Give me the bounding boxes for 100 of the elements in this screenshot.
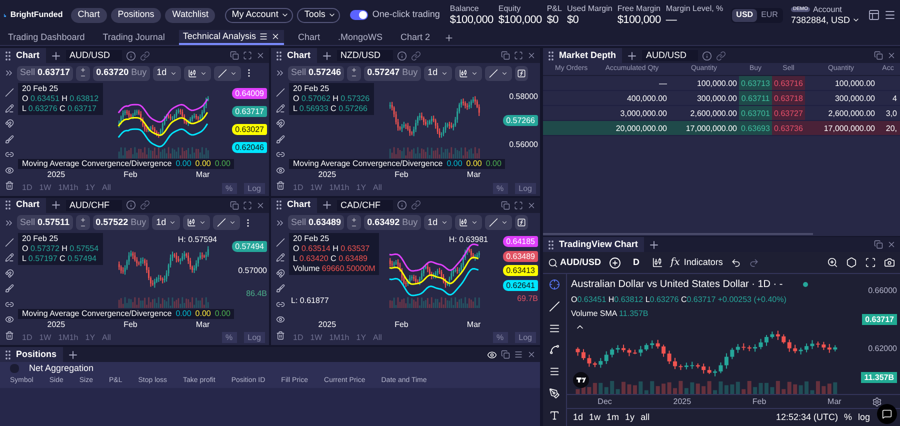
axis-label: 2025 [318,318,336,330]
scale-button[interactable]: % [492,182,508,194]
range-button[interactable]: 1d [573,410,584,424]
price-tag: 0.62641 [503,280,538,291]
stat-label: Used Margin [566,4,612,12]
scale-button[interactable]: Log [514,332,536,343]
symbol-search[interactable]: AUD/USD [548,256,602,270]
indicator-legend: Moving Average Convergence/Divergence 0.00 0.00 0.00 [289,159,506,169]
symbol-field[interactable]: AUD/USD [642,50,698,61]
stat-value: $0 [566,14,580,26]
scale-button[interactable]: Log [244,332,265,343]
table-cell: 0.63727 [772,106,805,120]
nav-button[interactable]: Watchlist [165,8,216,22]
range-button[interactable]: 1w [589,410,601,424]
interval-dropdown[interactable]: 1d [152,66,181,80]
currency-option[interactable]: EUR [757,8,782,22]
scale-button[interactable]: Log [514,182,536,194]
scale-button[interactable]: % [222,182,237,194]
range-button[interactable]: 1m [606,410,620,424]
stat-label: Equity [498,4,522,12]
sell-button[interactable]: Sell 0.57511 [17,215,73,230]
volume-value: 86.4B [246,289,267,300]
axis-label: Mar [466,169,481,181]
tab[interactable]: Trading Dashboard [4,30,89,45]
table-cell-text: 400,000.00 [626,93,668,105]
stat-label: Free Margin [617,4,661,12]
menu-dropdown[interactable]: Tools [297,8,340,22]
buy-button[interactable]: 0.57247 Buy [364,66,421,80]
symbol-field[interactable]: NZD/USD [336,50,393,61]
axis-label: Dec [598,396,612,408]
axis-label: 2025 [673,396,692,408]
symbol-field[interactable]: AUD/USD [66,50,122,61]
tab[interactable]: Technical Analysis [178,30,284,45]
axis-label: Feb [124,318,138,330]
interval-dropdown[interactable]: 1d [152,215,180,230]
low-marker: L: 0.61877 [291,295,329,307]
stat-label: P&L [546,4,562,12]
price-tag: 0.64185 [503,236,538,248]
tab[interactable]: .MongoWS [334,30,387,45]
axis-label: Feb [394,318,408,330]
indicator-legend: Moving Average Convergence/Divergence 0.00 0.00 0.00 [18,159,234,169]
checkbox-label: Net Aggregation [29,362,94,375]
high-marker: H: 0.63981 [448,234,488,246]
tab[interactable]: Chart 2 [396,30,434,45]
axis-label: Feb [394,169,408,181]
symbol-field[interactable]: AUD/CHF [66,200,122,210]
price-tick: 0.66000 [868,284,897,297]
nav-button[interactable]: Positions [110,8,162,22]
range-button[interactable]: all [640,410,650,424]
table-cell: 0.63716 [772,76,805,90]
scale-button[interactable]: % [844,410,852,424]
menu-dropdown[interactable]: My Account [224,8,294,22]
table-cell-text: 300,000.00 [696,93,738,105]
toggle-label: One-click trading [372,8,440,22]
tooltip-date: 20 Feb 25 [22,234,60,244]
stat-value: $100,000 [617,14,661,26]
table-cell-text: 100,000.00 [834,78,876,90]
sell-button[interactable]: Sell 0.63489 [288,215,344,230]
axis-label: Mar [466,318,481,330]
scale-button[interactable]: % [222,332,237,343]
buy-button[interactable]: 0.57522 Buy [92,215,150,230]
price-tag: 0.62046 [232,142,267,154]
tooltip-date: 20 Feb 25 [293,234,330,244]
currency-option[interactable]: USD [732,8,758,22]
price-tick: 0.57000 [238,266,267,276]
sell-button[interactable]: Sell 0.63717 [17,66,74,80]
account-label: Account [812,6,842,14]
scale-button[interactable]: Log [244,182,265,194]
price-tag: 0.63489 [503,250,538,262]
indicator-legend: Moving Average Convergence/Divergence 0.00 0.00 0.00 [18,308,234,318]
price-tag: 11.357B [861,372,897,384]
tab[interactable]: Chart [294,30,324,45]
account-dropdown[interactable]: 7382884, USD [790,16,860,24]
table-cell-text: 20,000,000.00 [614,123,668,135]
ohlc-values: O 0.57372 H 0.57554 [22,244,99,254]
interval-dropdown[interactable]: 1d [424,66,452,80]
symbol-field[interactable]: CAD/CHF [336,200,393,210]
buy-button[interactable]: 0.63492 Buy [364,215,421,230]
scale-button[interactable]: log [858,410,870,424]
range-button[interactable]: 1y [625,410,635,424]
scale-button[interactable]: % [492,332,508,343]
table-cell-text: 3,000,000.00 [619,108,668,120]
tab[interactable]: Trading Journal [98,30,169,45]
nav-button[interactable]: Chart [70,8,107,22]
price-tag: 0.63717 [232,106,267,118]
axis-label: 2025 [47,318,66,330]
ohlc-values: L 0.57197 C 0.57494 [22,254,98,264]
sell-button[interactable]: Sell 0.57246 [288,66,344,80]
interval-dropdown[interactable]: 1d [424,215,452,230]
ohlc-values: O 0.63514 H 0.63537 [293,244,371,254]
interval-button[interactable]: D [629,256,644,270]
chart-legend-title: Australian Dollar vs United States Dollar · 1D · - [571,278,783,292]
ohlc-values: O 0.57062 H 0.57326 [293,94,370,104]
price-tick: 0.56000 [509,140,538,150]
indicators-button[interactable]: fx Indicators [670,255,723,270]
table-cell-text: 300,000.00 [834,93,876,105]
table-cell: 0.63701 [739,106,772,120]
buy-button[interactable]: 0.63720 Buy [93,66,150,80]
table-cell-text: 3,0 [884,108,898,120]
table-cell-text: 17,000,000.00 [822,123,876,135]
